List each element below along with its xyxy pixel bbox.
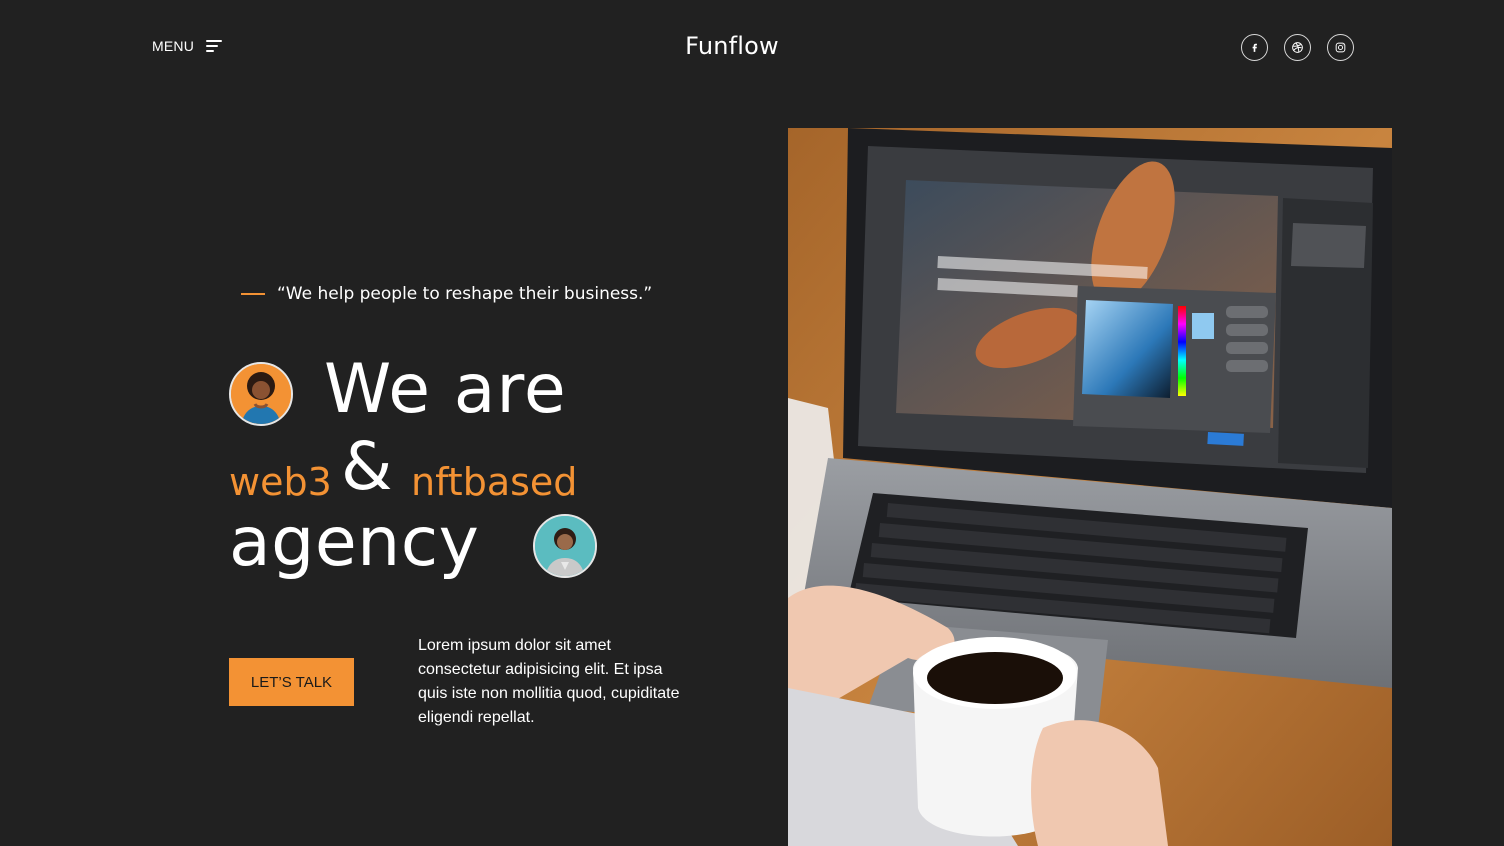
headline-accent-nftbased: nftbased: [411, 460, 578, 504]
tagline-dash: [241, 293, 265, 295]
team-avatar-2: [533, 514, 597, 578]
team-avatar-1: [229, 362, 293, 426]
headline-ampersand: &: [341, 428, 393, 505]
landing-page: MENU Funflow “We help people to reshape …: [0, 0, 1504, 846]
headline-accent-web3: web3: [229, 460, 332, 504]
dribbble-icon[interactable]: [1284, 34, 1311, 61]
facebook-icon[interactable]: [1241, 34, 1268, 61]
headline-line-3: agency: [229, 503, 480, 582]
lets-talk-button[interactable]: LET’S TALK: [229, 658, 354, 706]
instagram-icon[interactable]: [1327, 34, 1354, 61]
hero-description: Lorem ipsum dolor sit amet consectetur a…: [418, 637, 680, 726]
headline-line-1: We are: [324, 350, 567, 429]
hero-laptop-photo: [788, 128, 1392, 846]
social-links: [1241, 34, 1354, 61]
tagline-text: “We help people to reshape their busines…: [277, 284, 653, 304]
tagline: “We help people to reshape their busines…: [241, 284, 652, 304]
